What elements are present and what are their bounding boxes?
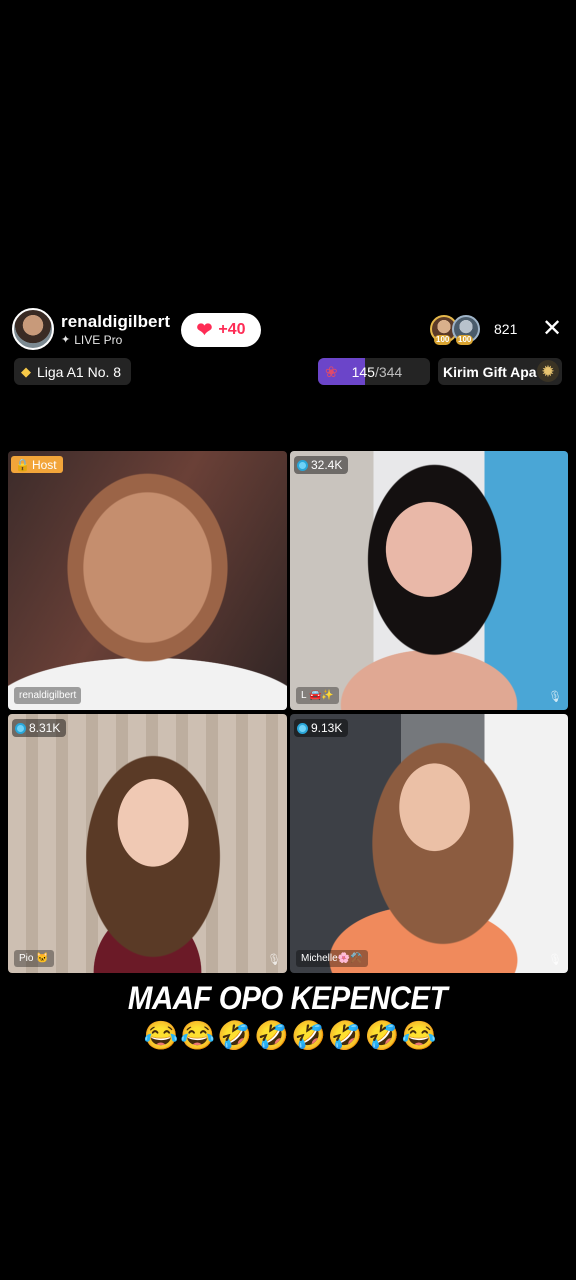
gift-banner[interactable]: Kirim Gift Apa ✹ (438, 358, 562, 385)
goal-count: 145/344 (352, 364, 403, 380)
viewer-score-badge: 9.13K (294, 719, 349, 737)
score-value: 9.13K (311, 721, 343, 735)
lock-icon: 🔒 (15, 457, 30, 472)
gift-banner-text: Kirim Gift Apa (443, 363, 537, 380)
viewer-count[interactable]: 821 (494, 321, 517, 337)
muted-mic-icon: 🎙 (267, 954, 281, 966)
host-badge: 🔒 Host (11, 456, 63, 473)
diamond-icon: ◆ (21, 363, 31, 379)
host-name: renaldigilbert (61, 311, 171, 331)
like-count: +40 (218, 321, 246, 338)
gift-goal-bar[interactable]: ❀ 145/344 (318, 358, 430, 385)
tile-username: renaldigilbert (14, 687, 82, 704)
muted-mic-icon: 🎙 (548, 691, 562, 703)
video-tile-guest[interactable]: 8.31K Pio 🐱 🎙 (8, 714, 287, 973)
host-profile[interactable]: renaldigilbert ✦ LIVE Pro (12, 308, 170, 350)
live-pro-label: ✦ LIVE Pro (61, 333, 170, 347)
caption-text: MAAF OPO KEPENCET (128, 980, 448, 1016)
viewer-score-badge: 32.4K (294, 456, 349, 474)
host-badge-label: Host (31, 457, 57, 472)
score-dot-icon (15, 722, 26, 734)
goal-total: /344 (374, 363, 403, 380)
tile-username: Pio 🐱 (14, 950, 54, 967)
muted-mic-icon: 🎙 (548, 954, 562, 966)
goal-current: 145 (351, 363, 375, 380)
video-tile-guest[interactable]: 32.4K L 🚘✨ 🎙 (290, 451, 568, 710)
caption-emojis: 😂😂🤣🤣🤣🤣🤣😂 (143, 1020, 439, 1051)
like-button[interactable]: ❤ +40 (181, 313, 261, 347)
gift-badge-icon: ✹ (537, 360, 559, 382)
league-rank-pill[interactable]: ◆ Liga A1 No. 8 (14, 358, 132, 385)
live-pro-text: LIVE Pro (74, 332, 123, 347)
heart-icon: ❤ (196, 319, 213, 341)
video-tile-guest[interactable]: 9.13K Michelle🌸⚒️ 🎙 (290, 714, 568, 973)
viewer-list[interactable]: 100 100 821 (430, 314, 517, 345)
score-dot-icon (297, 722, 308, 734)
host-avatar[interactable] (12, 308, 54, 350)
tile-username: L 🚘✨ (296, 687, 339, 704)
league-label: Liga A1 No. 8 (37, 363, 122, 380)
viewer-rank-badge: 100 (456, 335, 474, 345)
video-caption: MAAF OPO KEPENCET 😂😂🤣🤣🤣🤣🤣😂 (0, 980, 576, 1052)
viewer-score-badge: 8.31K (12, 719, 67, 737)
score-value: 32.4K (311, 458, 343, 472)
close-icon[interactable]: ✕ (540, 316, 564, 342)
tile-username: Michelle🌸⚒️ (296, 950, 368, 967)
viewer-rank-badge: 100 (434, 335, 452, 345)
score-value: 8.31K (29, 721, 61, 735)
sparkle-icon: ✦ (61, 334, 71, 346)
rose-icon: ❀ (325, 363, 338, 381)
host-info: renaldigilbert ✦ LIVE Pro (61, 312, 170, 347)
video-tile-host[interactable]: 🔒 Host renaldigilbert (8, 451, 287, 710)
top-viewer-avatar[interactable]: 100 (452, 315, 480, 345)
score-dot-icon (297, 459, 308, 471)
